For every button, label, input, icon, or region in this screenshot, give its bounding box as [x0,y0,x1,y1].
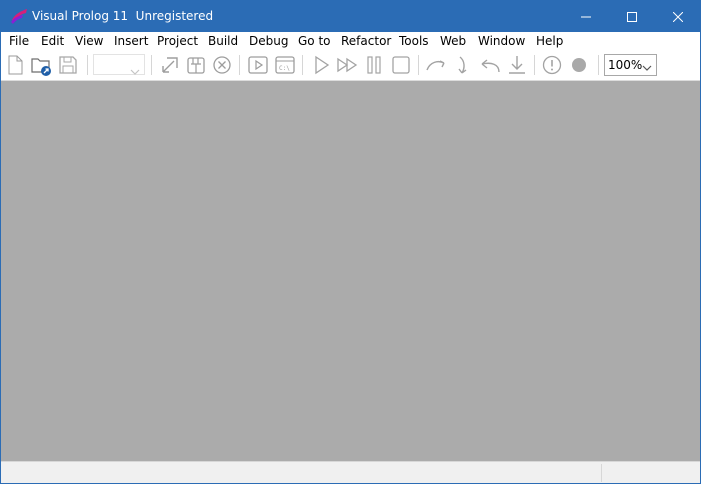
visual-prolog-logo-icon [9,7,29,25]
chevron-down-icon [130,61,140,80]
breakpoint-icon [568,54,590,76]
minimize-icon [581,7,591,26]
build-icon [185,54,207,76]
menu-debug[interactable]: Debug [249,34,288,48]
insert-icon [159,54,181,76]
menu-goto[interactable]: Go to [298,34,331,48]
maximize-icon [627,7,637,26]
title-bar[interactable]: Visual Prolog 11 Unregistered [1,1,700,32]
menu-tools[interactable]: Tools [399,34,429,48]
chevron-down-icon [642,61,652,75]
window-title: Visual Prolog 11 Unregistered [32,9,214,23]
step-back-icon [479,54,501,76]
menu-refactor[interactable]: Refactor [341,34,391,48]
toolbar-separator [598,55,599,75]
close-icon [672,7,684,26]
stop-build-button[interactable] [211,54,233,76]
menu-build[interactable]: Build [208,34,238,48]
pause-button[interactable] [363,54,385,76]
open-project-button[interactable] [30,54,52,76]
run-button[interactable] [247,54,269,76]
stop-button[interactable] [390,54,412,76]
status-pane [601,464,699,482]
step-out-button[interactable] [506,54,528,76]
run-fast-icon [336,54,358,76]
menu-window[interactable]: Window [478,34,525,48]
maximize-button[interactable] [609,1,655,32]
toolbar-separator [151,55,152,75]
new-file-icon [4,54,26,76]
status-bar [1,461,700,483]
menu-bar: File Edit View Insert Project Build Debu… [1,32,700,51]
step-out-icon [506,54,528,76]
toolbar-separator [418,55,419,75]
menu-view[interactable]: View [75,34,103,48]
info-icon [541,54,563,76]
pause-icon [363,54,385,76]
toolbar-separator [239,55,240,75]
run-in-window-icon: C:\ [274,54,296,76]
run-in-window-button[interactable]: C:\ [274,54,296,76]
configuration-combobox[interactable] [93,54,145,75]
stop-icon [390,54,412,76]
minimize-button[interactable] [563,1,609,32]
menu-help[interactable]: Help [536,34,563,48]
step-over-icon [425,54,447,76]
step-back-button[interactable] [479,54,501,76]
toolbar-separator [534,55,535,75]
menu-file[interactable]: File [9,34,29,48]
zoom-value: 100% [608,58,643,72]
insert-button[interactable] [159,54,181,76]
app-window: Visual Prolog 11 Unregistered File Edit … [0,0,701,484]
start-debug-icon [310,54,332,76]
toolbar: C:\ 100% [1,51,700,81]
menu-insert[interactable]: Insert [114,34,148,48]
toolbar-separator [87,55,88,75]
svg-text:C:\: C:\ [279,65,290,72]
save-button[interactable] [57,54,79,76]
info-button[interactable] [541,54,563,76]
menu-project[interactable]: Project [157,34,198,48]
close-button[interactable] [655,1,700,32]
open-project-icon [30,54,52,76]
mdi-workspace[interactable] [1,81,700,461]
menu-edit[interactable]: Edit [41,34,64,48]
breakpoint-button[interactable] [568,54,590,76]
start-debug-button[interactable] [310,54,332,76]
menu-web[interactable]: Web [440,34,466,48]
zoom-combobox[interactable]: 100% [604,54,657,76]
build-button[interactable] [185,54,207,76]
step-into-button[interactable] [452,54,474,76]
step-over-button[interactable] [425,54,447,76]
stop-build-icon [211,54,233,76]
save-icon [57,54,79,76]
new-file-button[interactable] [4,54,26,76]
run-icon [247,54,269,76]
toolbar-separator [302,55,303,75]
step-into-icon [452,54,474,76]
run-fast-button[interactable] [336,54,358,76]
